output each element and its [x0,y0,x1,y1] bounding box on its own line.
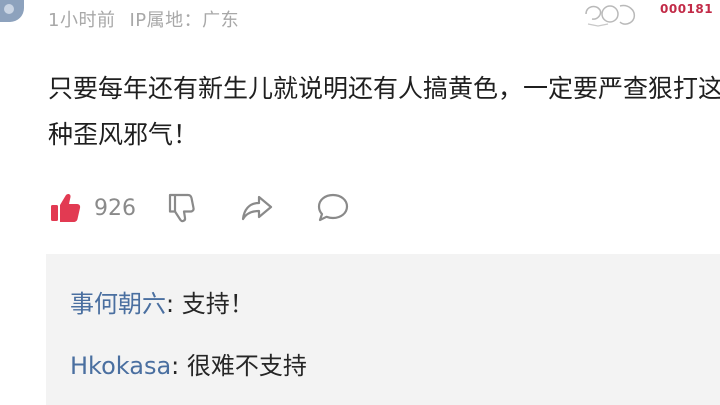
thumbs-down-icon[interactable] [164,191,198,225]
comment-meta: 1小时前 IP属地：广东 [48,6,239,32]
ip-location: IP属地：广东 [129,10,240,31]
reply-colon: : [171,352,187,380]
replies-panel[interactable]: 事何朝六: 支持！ Hkokasa: 很难不支持 [46,254,720,405]
reply-username[interactable]: 事何朝六 [70,290,166,318]
fan-badge-icon [585,4,636,27]
reply-text: 支持！ [181,290,254,318]
comment-bubble-icon[interactable] [316,191,350,225]
reply-item[interactable]: 事何朝六: 支持！ [70,284,254,319]
share-arrow-icon[interactable] [240,191,274,225]
badge-code: 000181 [660,2,714,16]
comment-screen: 1小时前 IP属地：广东 000181 只要每年还有新生儿就说明还有人搞黄色，一定… [0,0,720,405]
comment-actions: 926 [48,188,350,228]
reply-colon: : [166,290,182,318]
reply-item[interactable]: Hkokasa: 很难不支持 [70,346,307,381]
avatar[interactable] [0,0,24,22]
comment-text: 只要每年还有新生儿就说明还有人搞黄色，一定要严查狠打这种歪风邪气！ [48,74,720,149]
comment-time: 1小时前 [48,10,116,31]
reply-username[interactable]: Hkokasa [70,352,171,380]
thumbs-up-icon[interactable] [48,191,82,225]
reply-text: 很难不支持 [186,352,307,380]
like-count: 926 [94,195,136,221]
